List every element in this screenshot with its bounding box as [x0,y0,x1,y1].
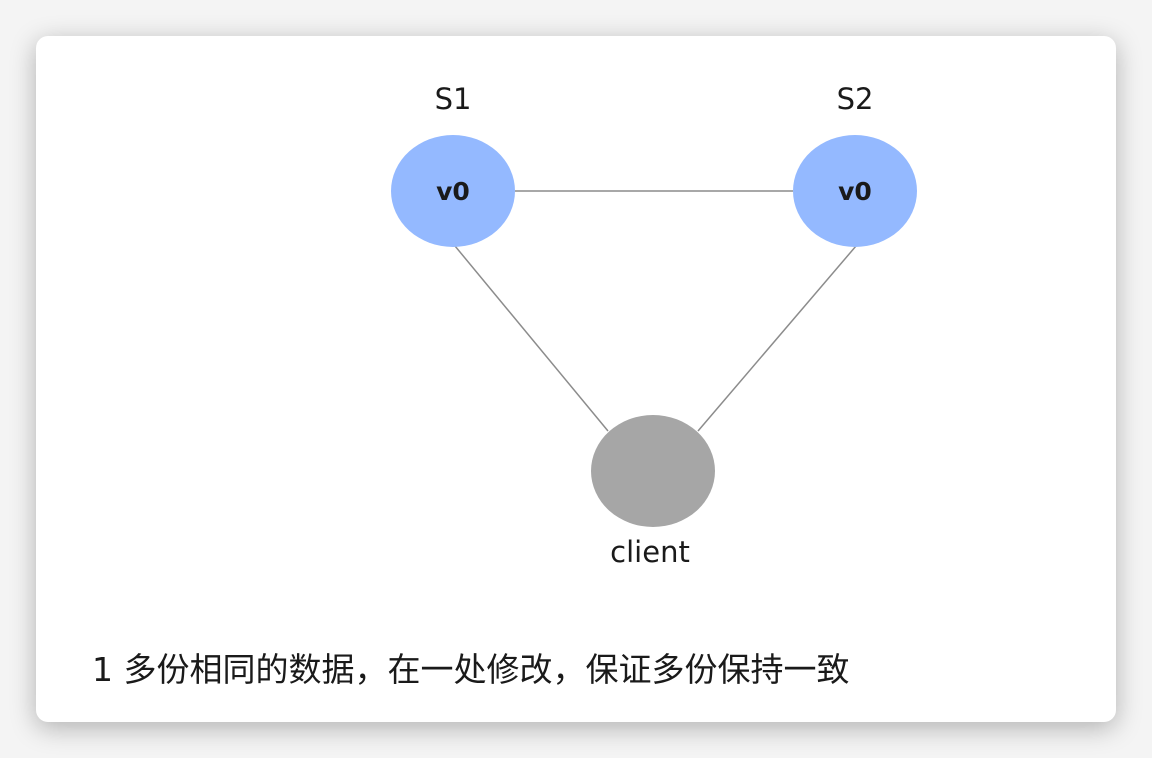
node-s2-label: S2 [837,82,874,116]
node-s2-value: v0 [838,177,872,206]
node-s1-value: v0 [436,177,470,206]
edge-s1-client [454,245,609,432]
node-s1-label: S1 [435,82,472,116]
edge-s2-client [697,245,857,432]
node-client-label: client [610,535,690,569]
node-client [591,415,715,527]
caption-text: 1 多份相同的数据，在一处修改，保证多份保持一致 [92,650,850,689]
